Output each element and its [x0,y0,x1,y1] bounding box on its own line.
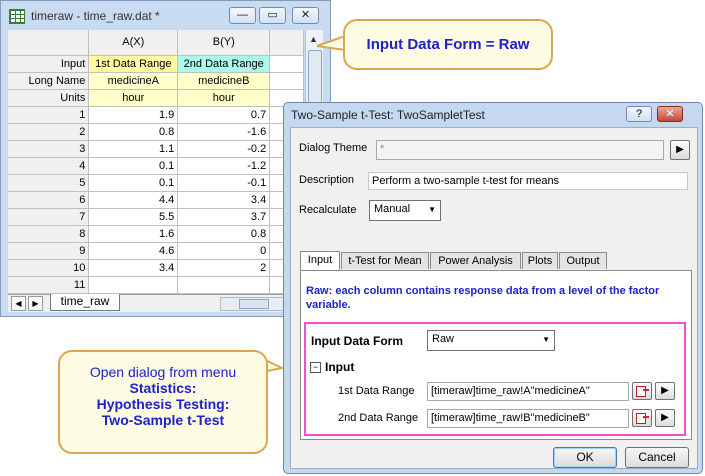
tab-power-analysis[interactable]: Power Analysis [430,252,521,269]
tab-input[interactable]: Input [300,251,340,270]
description-label: Description [299,174,355,186]
dialog-close-button[interactable]: ✕ [657,106,683,122]
dialog-theme-field[interactable]: * [376,140,664,160]
recalculate-label: Recalculate [299,204,357,216]
tab-t-test-for-mean[interactable]: t-Test for Mean [341,252,429,269]
chevron-down-icon: ▼ [428,205,436,214]
input-tab-panel: Raw: each column contains response data … [300,270,692,440]
tab-output[interactable]: Output [559,252,607,269]
callout-line-4: Two-Sample t-Test [101,412,225,428]
callout-line-3: Hypothesis Testing: [96,396,230,412]
dialog-title: Two-Sample t-Test: TwoSampletTest [291,108,485,122]
tab-description: Raw: each column contains response data … [306,285,660,311]
ok-button[interactable]: OK [553,447,617,468]
callout-line-1: Open dialog from menu [89,364,237,380]
range2-picker-icon[interactable] [632,409,652,427]
recalculate-value: Manual [374,203,411,215]
tab-plots[interactable]: Plots [522,252,558,269]
recalculate-select[interactable]: Manual ▼ [369,200,441,221]
dialog-theme-label: Dialog Theme [299,142,368,154]
cancel-button[interactable]: Cancel [625,447,689,468]
two-sample-t-test-dialog: Two-Sample t-Test: TwoSampletTest ? ✕ Di… [283,102,703,474]
dialog-body: Dialog Theme * ▶ Description Perform a t… [290,127,698,469]
range1-menu-button[interactable]: ▶ [655,382,675,400]
callout-top-text: Input Data Form = Raw [366,36,530,53]
input-data-form-label: Input Data Form [311,334,403,348]
input-group-label: Input [325,360,355,374]
callout-line-2: Statistics: [129,380,197,396]
top-callout-pointer [316,34,346,52]
input-settings-highlight: Input Data Form Raw ▼ − Input 1st Data R… [304,322,686,436]
collapse-minus-icon[interactable]: − [310,362,321,373]
range1-field[interactable]: [timeraw]time_raw!A"medicineA" [427,382,629,401]
range2-label: 2nd Data Range [338,412,419,424]
range2-menu-button[interactable]: ▶ [655,409,675,427]
callout-input-data-form: Input Data Form = Raw [343,19,553,70]
input-data-form-value: Raw [432,333,455,345]
theme-menu-button[interactable]: ▶ [670,140,690,160]
range2-field[interactable]: [timeraw]time_raw!B"medicineB" [427,409,629,428]
description-field: Perform a two-sample t-test for means [368,172,688,190]
range1-picker-icon[interactable] [632,382,652,400]
callout-open-dialog: Open dialog from menu Statistics: Hypoth… [58,350,268,454]
chevron-down-icon: ▼ [542,335,550,344]
input-data-form-select[interactable]: Raw ▼ [427,330,555,351]
help-button[interactable]: ? [626,106,652,122]
range1-label: 1st Data Range [338,385,415,397]
